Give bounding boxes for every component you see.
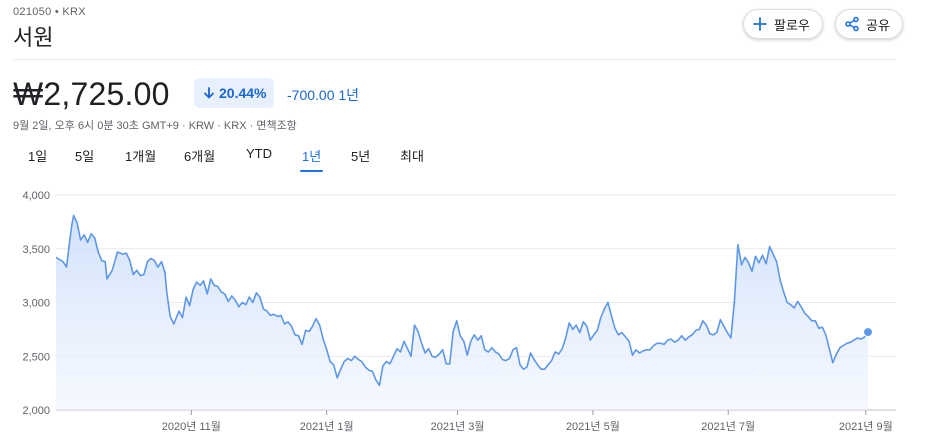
ticker-line: 021050 • KRX — [13, 6, 86, 18]
tab-1y[interactable]: 1년 — [299, 146, 324, 172]
plus-icon — [753, 17, 767, 31]
arrow-down-icon — [204, 87, 214, 99]
quote-meta: 9월 2일, 오후 6시 0분 30초 GMT+9 · KRW · KRX · … — [13, 120, 297, 132]
x-tick-label: 2021년 3월 — [431, 420, 485, 433]
tab-6m[interactable]: 6개월 — [184, 146, 215, 165]
follow-label: 팔로우 — [774, 17, 810, 33]
current-price-dot — [863, 327, 873, 338]
y-tick-label: 2,000 — [22, 405, 50, 417]
follow-button[interactable]: 팔로우 — [743, 9, 823, 39]
share-button[interactable]: 공유 — [835, 9, 903, 39]
change-percent-chip: 20.44% — [194, 78, 275, 108]
x-tick-label: 2020년 11월 — [162, 420, 221, 433]
y-tick-label: 3,000 — [22, 298, 50, 310]
tab-ytd[interactable]: YTD — [246, 146, 272, 161]
price-chart[interactable]: 4,000 3,500 3,000 2,500 2,000 2020년 11월 2021년… — [0, 180, 929, 443]
share-label: 공유 — [866, 17, 890, 33]
x-tick-label: 2021년 7월 — [701, 420, 755, 433]
tab-5d[interactable]: 5일 — [75, 146, 94, 165]
x-tick-label: 2021년 5월 — [566, 420, 620, 433]
x-tick-label: 2021년 9월 — [839, 420, 893, 433]
stock-name: 서원 — [13, 25, 54, 50]
share-icon — [845, 16, 859, 32]
tab-1m[interactable]: 1개월 — [125, 146, 156, 165]
change-percent: 20.44% — [219, 85, 267, 101]
change-value: -700.00 1년 — [287, 87, 360, 103]
tab-1d[interactable]: 1일 — [28, 146, 47, 165]
y-tick-label: 4,000 — [22, 190, 50, 202]
y-tick-label: 2,500 — [22, 351, 50, 363]
y-tick-label: 3,500 — [22, 244, 50, 256]
tab-5y[interactable]: 5년 — [351, 146, 370, 165]
tab-max[interactable]: 최대 — [400, 146, 424, 165]
current-price: ₩2,725.00 — [13, 76, 170, 112]
x-tick-label: 2021년 1월 — [300, 420, 354, 433]
header-divider — [13, 59, 896, 60]
